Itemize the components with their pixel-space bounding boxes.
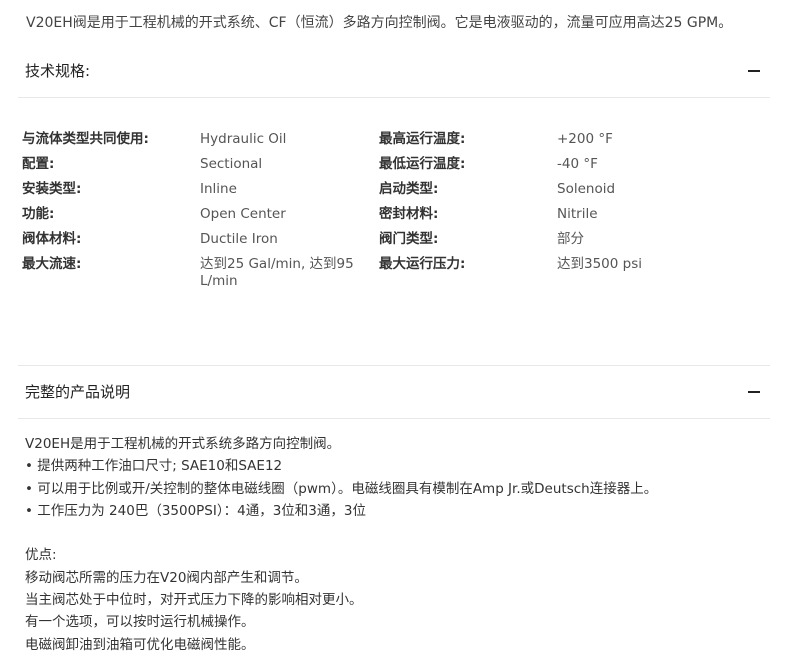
product-description: V20EH是用于工程机械的开式系统多路方向控制阀。 • 提供两种工作油口尺寸; … (25, 433, 657, 656)
spec-value: Open Center (200, 206, 286, 222)
minus-icon[interactable] (748, 70, 760, 72)
description-line: V20EH是用于工程机械的开式系统多路方向控制阀。 (25, 436, 341, 452)
spec-value: Nitrile (557, 206, 598, 222)
description-section-header[interactable]: 完整的产品说明 (18, 365, 770, 419)
spec-label: 配置: (22, 156, 55, 172)
product-intro-text: V20EH阀是用于工程机械的开式系统、CF（恒流）多路方向控制阀。它是电液驱动的… (26, 15, 733, 31)
spec-label: 最低运行温度: (379, 156, 466, 172)
spec-label: 与流体类型共同使用: (22, 131, 149, 147)
spec-value: Sectional (200, 156, 263, 172)
description-line: • 可以用于比例或开/关控制的整体电磁线圈（pwm）。电磁线圈具有模制在Amp … (25, 480, 658, 497)
spec-value: Solenoid (557, 181, 616, 197)
spec-label: 密封材料: (379, 206, 439, 222)
description-blank-line (25, 522, 657, 544)
spec-value: 部分 (557, 231, 584, 247)
description-line: 当主阀芯处于中位时，对开式压力下降的影响相对更小。 (25, 592, 363, 609)
spec-label: 功能: (22, 206, 55, 222)
spec-label: 阀门类型: (379, 231, 439, 247)
spec-label: 安装类型: (22, 181, 82, 197)
spec-value: Ductile Iron (200, 231, 278, 247)
spec-section-header[interactable]: 技术规格: (18, 45, 770, 98)
spec-value: Hydraulic Oil (200, 131, 287, 147)
spec-label: 最大流速: (22, 256, 82, 272)
spec-section-title: 技术规格: (25, 62, 91, 80)
description-line: 移动阀芯所需的压力在V20阀内部产生和调节。 (25, 569, 308, 586)
spec-label: 最高运行温度: (379, 131, 466, 147)
description-line: • 提供两种工作油口尺寸; SAE10和SAE12 (25, 458, 283, 475)
spec-value: 达到3500 psi (557, 256, 643, 272)
description-line: • 工作压力为 240巴（3500PSI）：4通，3位和3通，3位 (25, 502, 366, 519)
spec-value: Inline (200, 181, 237, 197)
description-section-title: 完整的产品说明 (25, 383, 131, 401)
spec-value: 达到25 Gal/min, 达到95 L/min (200, 256, 354, 289)
spec-value: +200 °F (557, 131, 613, 147)
minus-icon[interactable] (748, 391, 760, 393)
spec-label: 最大运行压力: (379, 256, 466, 272)
description-line: 有一个选项，可以按时运行机械操作。 (25, 614, 255, 631)
spec-label: 阀体材料: (22, 231, 82, 247)
spec-label: 启动类型: (379, 181, 439, 197)
description-line: 优点: (25, 547, 57, 564)
spec-value: -40 °F (557, 156, 598, 172)
